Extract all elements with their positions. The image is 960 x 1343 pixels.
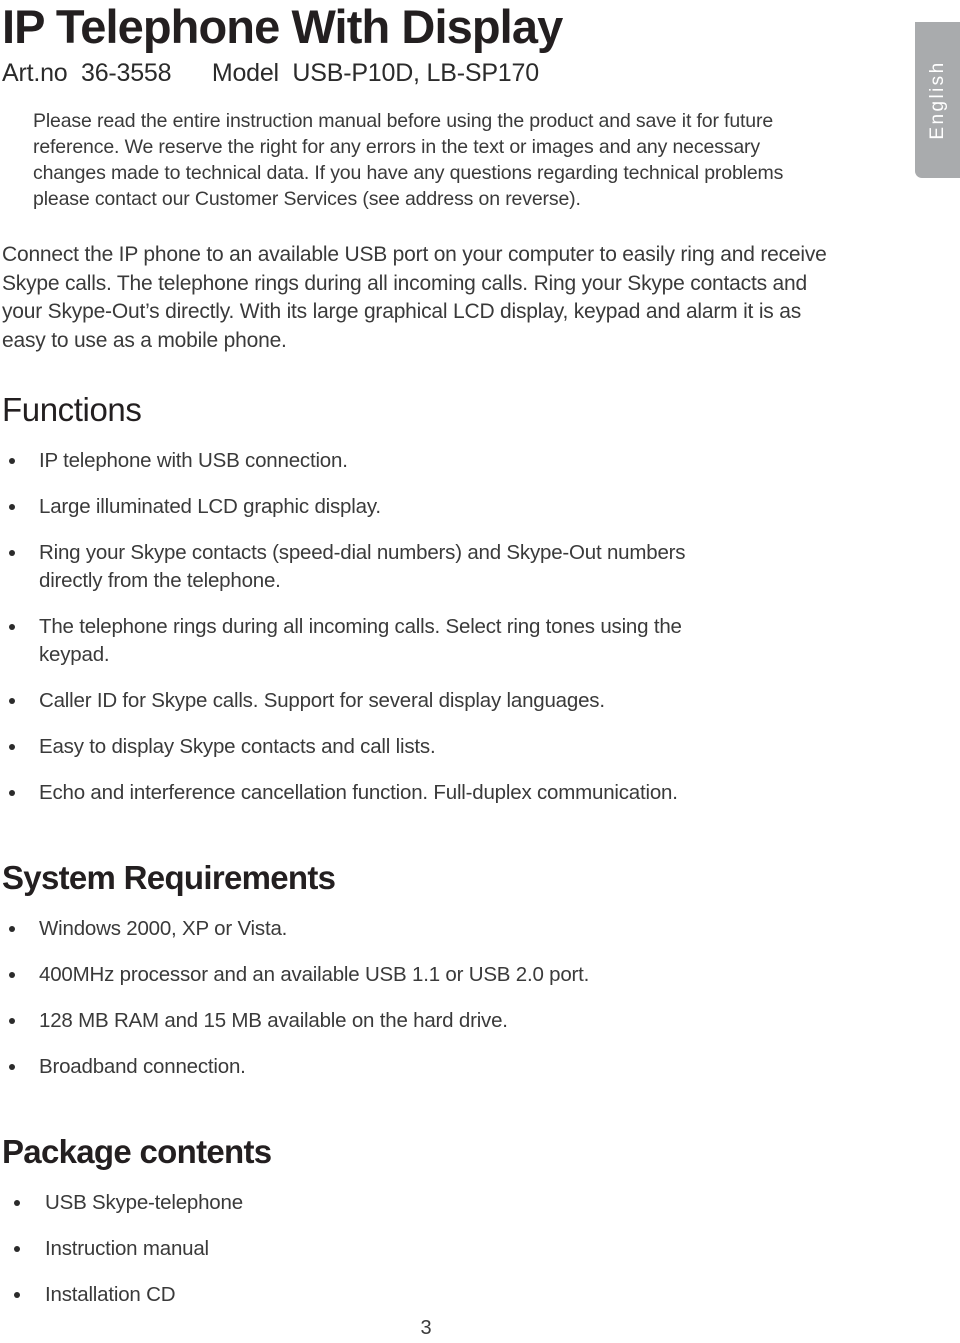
bullet-icon xyxy=(14,1200,20,1206)
system-requirements-list: Windows 2000, XP or Vista. 400MHz proces… xyxy=(2,915,882,1081)
bullet-icon xyxy=(14,1292,20,1298)
bullet-icon xyxy=(9,790,15,796)
bullet-icon xyxy=(9,926,15,932)
bullet-icon xyxy=(9,1018,15,1024)
language-tab: English xyxy=(915,22,960,178)
list-item-text: Instruction manual xyxy=(45,1237,209,1260)
list-item-text: Echo and interference cancellation funct… xyxy=(39,781,678,804)
list-item: Instruction manual xyxy=(2,1235,882,1263)
page-number: 3 xyxy=(420,1317,432,1339)
list-item-text: Caller ID for Skype calls. Support for s… xyxy=(39,689,605,712)
product-identifiers: Art.no 36-3558 Model USB-P10D, LB-SP170 xyxy=(2,59,539,87)
list-item-text: USB Skype-telephone xyxy=(45,1191,243,1214)
list-item-text: 128 MB RAM and 15 MB available on the ha… xyxy=(39,1009,508,1032)
list-item: Windows 2000, XP or Vista. xyxy=(2,915,759,943)
list-item: USB Skype-telephone xyxy=(2,1189,882,1217)
list-item-text: 400MHz processor and an available USB 1.… xyxy=(39,963,590,986)
list-item-text: Windows 2000, XP or Vista. xyxy=(39,917,288,940)
product-description-paragraph: Connect the IP phone to an available USB… xyxy=(2,243,827,352)
functions-list: IP telephone with USB connection. Large … xyxy=(2,447,882,807)
list-item-text: The telephone rings during all incoming … xyxy=(39,615,682,666)
bullet-icon xyxy=(9,458,15,464)
list-item: 400MHz processor and an available USB 1.… xyxy=(2,961,759,989)
list-item: Echo and interference cancellation funct… xyxy=(2,779,699,807)
list-item-text: Large illuminated LCD graphic display. xyxy=(39,495,381,518)
package-contents-list: USB Skype-telephone Instruction manual I… xyxy=(2,1189,882,1309)
list-item-text: Installation CD xyxy=(45,1283,176,1306)
bullet-icon xyxy=(9,1064,15,1070)
bullet-icon xyxy=(9,624,15,630)
list-item: Ring your Skype contacts (speed-dial num… xyxy=(2,539,699,595)
list-item: Broadband connection. xyxy=(2,1053,759,1081)
bullet-icon xyxy=(9,698,15,704)
language-tab-label: English xyxy=(926,60,948,140)
section-heading-system-requirements: System Requirements xyxy=(2,859,336,896)
list-item-text: Easy to display Skype contacts and call … xyxy=(39,735,436,758)
bullet-icon xyxy=(9,744,15,750)
list-item: Large illuminated LCD graphic display. xyxy=(2,493,699,521)
list-item-text: Ring your Skype contacts (speed-dial num… xyxy=(39,541,686,592)
list-item: Installation CD xyxy=(2,1281,882,1309)
document-page: English IP Telephone With Display Art.no… xyxy=(0,0,960,1343)
bullet-icon xyxy=(9,550,15,556)
page-title: IP Telephone With Display xyxy=(2,0,563,53)
bullet-icon xyxy=(9,972,15,978)
bullet-icon xyxy=(9,504,15,510)
list-item: The telephone rings during all incoming … xyxy=(2,613,699,669)
list-item: 128 MB RAM and 15 MB available on the ha… xyxy=(2,1007,759,1035)
list-item-text: IP telephone with USB connection. xyxy=(39,449,348,472)
disclaimer-paragraph: Please read the entire instruction manua… xyxy=(33,110,784,210)
document-content: IP Telephone With Display Art.no 36-3558… xyxy=(2,0,882,1309)
section-heading-functions: Functions xyxy=(2,391,142,428)
list-item: Easy to display Skype contacts and call … xyxy=(2,733,699,761)
list-item-text: Broadband connection. xyxy=(39,1055,246,1078)
section-heading-package-contents: Package contents xyxy=(2,1133,272,1170)
list-item: IP telephone with USB connection. xyxy=(2,447,699,475)
bullet-icon xyxy=(14,1246,20,1252)
list-item: Caller ID for Skype calls. Support for s… xyxy=(2,687,699,715)
